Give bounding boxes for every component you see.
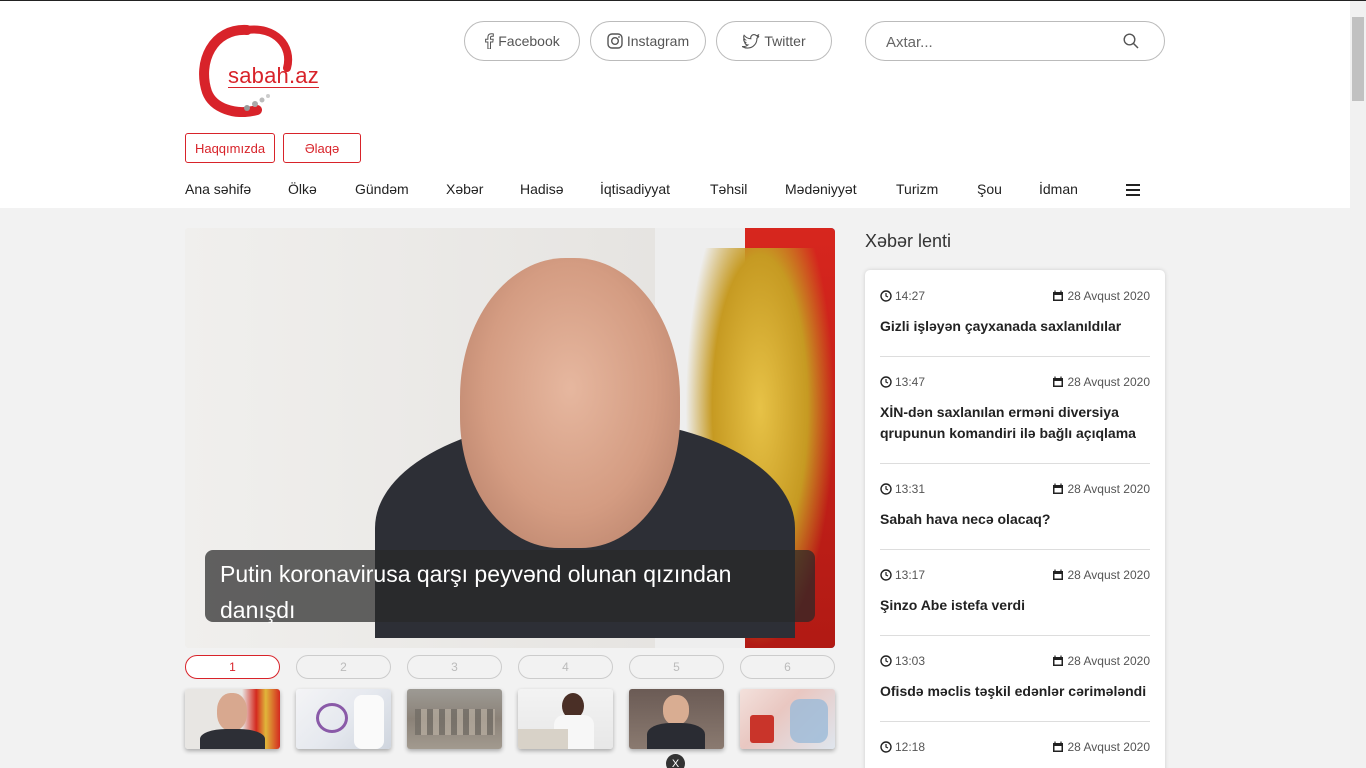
search-input[interactable]	[886, 31, 1116, 53]
nav-item-culture[interactable]: Mədəniyyət	[785, 181, 857, 197]
news-feed-item[interactable]: 13:47 28 Avqust 2020 XİN-dən saxlanılan …	[880, 374, 1150, 444]
news-feed-item[interactable]: 14:27 28 Avqust 2020 Gizli işləyən çayxa…	[880, 288, 1150, 337]
slide-thumbnail-3[interactable]	[407, 689, 502, 749]
nav-item-news[interactable]: Xəbər	[446, 181, 483, 197]
news-feed-item[interactable]: 13:17 28 Avqust 2020 Şinzo Abe istefa ve…	[880, 567, 1150, 616]
clock-icon	[880, 655, 892, 667]
facebook-button[interactable]: Facebook	[464, 21, 580, 61]
slide-page-6[interactable]: 6	[740, 655, 835, 679]
hamburger-menu-icon[interactable]	[1126, 184, 1140, 196]
news-date: 28 Avqust 2020	[1067, 482, 1150, 496]
logo-text: sabah.az	[228, 63, 319, 88]
clock-icon	[880, 569, 892, 581]
news-feed-panel: 14:27 28 Avqust 2020 Gizli işləyən çayxa…	[865, 270, 1165, 768]
search-icon[interactable]	[1123, 33, 1139, 49]
facebook-icon	[485, 33, 495, 49]
clock-icon	[880, 741, 892, 753]
news-date: 28 Avqust 2020	[1067, 375, 1150, 389]
calendar-icon	[1053, 569, 1064, 580]
nav-item-incidents[interactable]: Hadisə	[520, 181, 564, 197]
news-time: 14:27	[895, 289, 926, 303]
news-headline[interactable]: Ofisdə məclis təşkil edənlər cərimələndi	[880, 681, 1150, 702]
news-feed-item[interactable]: 13:31 28 Avqust 2020 Sabah hava necə ola…	[880, 481, 1150, 530]
nav-item-agenda[interactable]: Gündəm	[355, 181, 409, 197]
site-logo[interactable]: sabah.az	[195, 22, 345, 117]
clock-icon	[880, 290, 892, 302]
calendar-icon	[1053, 741, 1064, 752]
news-feed-item[interactable]: 12:18 28 Avqust 2020	[880, 739, 1150, 755]
divider	[880, 635, 1150, 636]
divider	[880, 549, 1150, 550]
search-box[interactable]	[865, 21, 1165, 61]
slide-page-2[interactable]: 2	[296, 655, 391, 679]
news-headline[interactable]: Sabah hava necə olacaq?	[880, 509, 1150, 530]
instagram-button[interactable]: Instagram	[590, 21, 706, 61]
nav-item-show[interactable]: Şou	[977, 181, 1002, 197]
nav-item-economy[interactable]: İqtisadiyyat	[600, 181, 670, 197]
slide-thumbnail-4[interactable]	[518, 689, 613, 749]
news-headline[interactable]: XİN-dən saxlanılan erməni diversiya qrup…	[880, 402, 1150, 444]
slide-thumbnail-5[interactable]	[629, 689, 724, 749]
news-headline[interactable]: Şinzo Abe istefa verdi	[880, 595, 1150, 616]
news-time: 13:17	[895, 568, 926, 582]
slide-page-3[interactable]: 3	[407, 655, 502, 679]
slide-page-4[interactable]: 4	[518, 655, 613, 679]
hero-person-photo	[460, 258, 680, 548]
nav-item-sport[interactable]: İdman	[1039, 181, 1078, 197]
twitter-icon	[742, 33, 760, 49]
slide-page-1[interactable]: 1	[185, 655, 280, 679]
scrollbar-thumb[interactable]	[1352, 17, 1364, 101]
slide-thumbnail-6[interactable]	[740, 689, 835, 749]
instagram-icon	[607, 33, 623, 49]
clock-icon	[880, 376, 892, 388]
close-ad-button[interactable]: X	[666, 754, 685, 768]
news-date: 28 Avqust 2020	[1067, 740, 1150, 754]
page-scrollbar[interactable]	[1350, 1, 1366, 768]
contact-button[interactable]: Əlaqə	[283, 133, 361, 163]
news-time: 13:03	[895, 654, 926, 668]
instagram-label: Instagram	[626, 33, 690, 49]
facebook-label: Facebook	[498, 33, 560, 49]
nav-item-country[interactable]: Ölkə	[288, 181, 317, 197]
slide-thumbnail-2[interactable]	[296, 689, 391, 749]
slide-page-5[interactable]: 5	[629, 655, 724, 679]
twitter-label: Twitter	[764, 33, 806, 49]
about-button[interactable]: Haqqımızda	[185, 133, 275, 163]
twitter-button[interactable]: Twitter	[716, 21, 832, 61]
divider	[880, 463, 1150, 464]
calendar-icon	[1053, 655, 1064, 666]
divider	[880, 356, 1150, 357]
news-feed-item[interactable]: 13:03 28 Avqust 2020 Ofisdə məclis təşki…	[880, 653, 1150, 702]
calendar-icon	[1053, 483, 1064, 494]
news-date: 28 Avqust 2020	[1067, 568, 1150, 582]
clock-icon	[880, 483, 892, 495]
news-time: 13:47	[895, 375, 926, 389]
news-feed-title: Xəbər lenti	[865, 231, 952, 251]
news-time: 12:18	[895, 740, 926, 754]
divider	[880, 721, 1150, 722]
hero-headline[interactable]: Putin koronavirusa qarşı peyvənd olunan …	[205, 550, 815, 623]
news-headline[interactable]: Gizli işləyən çayxanada saxlanıldılar	[880, 316, 1150, 337]
news-date: 28 Avqust 2020	[1067, 289, 1150, 303]
nav-item-home[interactable]: Ana səhifə	[185, 181, 251, 197]
slide-thumbnail-1[interactable]	[185, 689, 280, 749]
news-time: 13:31	[895, 482, 926, 496]
news-date: 28 Avqust 2020	[1067, 654, 1150, 668]
calendar-icon	[1053, 290, 1064, 301]
nav-item-education[interactable]: Təhsil	[710, 181, 747, 197]
hero-slide[interactable]: Putin koronavirusa qarşı peyvənd olunan …	[185, 228, 835, 648]
calendar-icon	[1053, 376, 1064, 387]
nav-item-tourism[interactable]: Turizm	[896, 181, 938, 197]
